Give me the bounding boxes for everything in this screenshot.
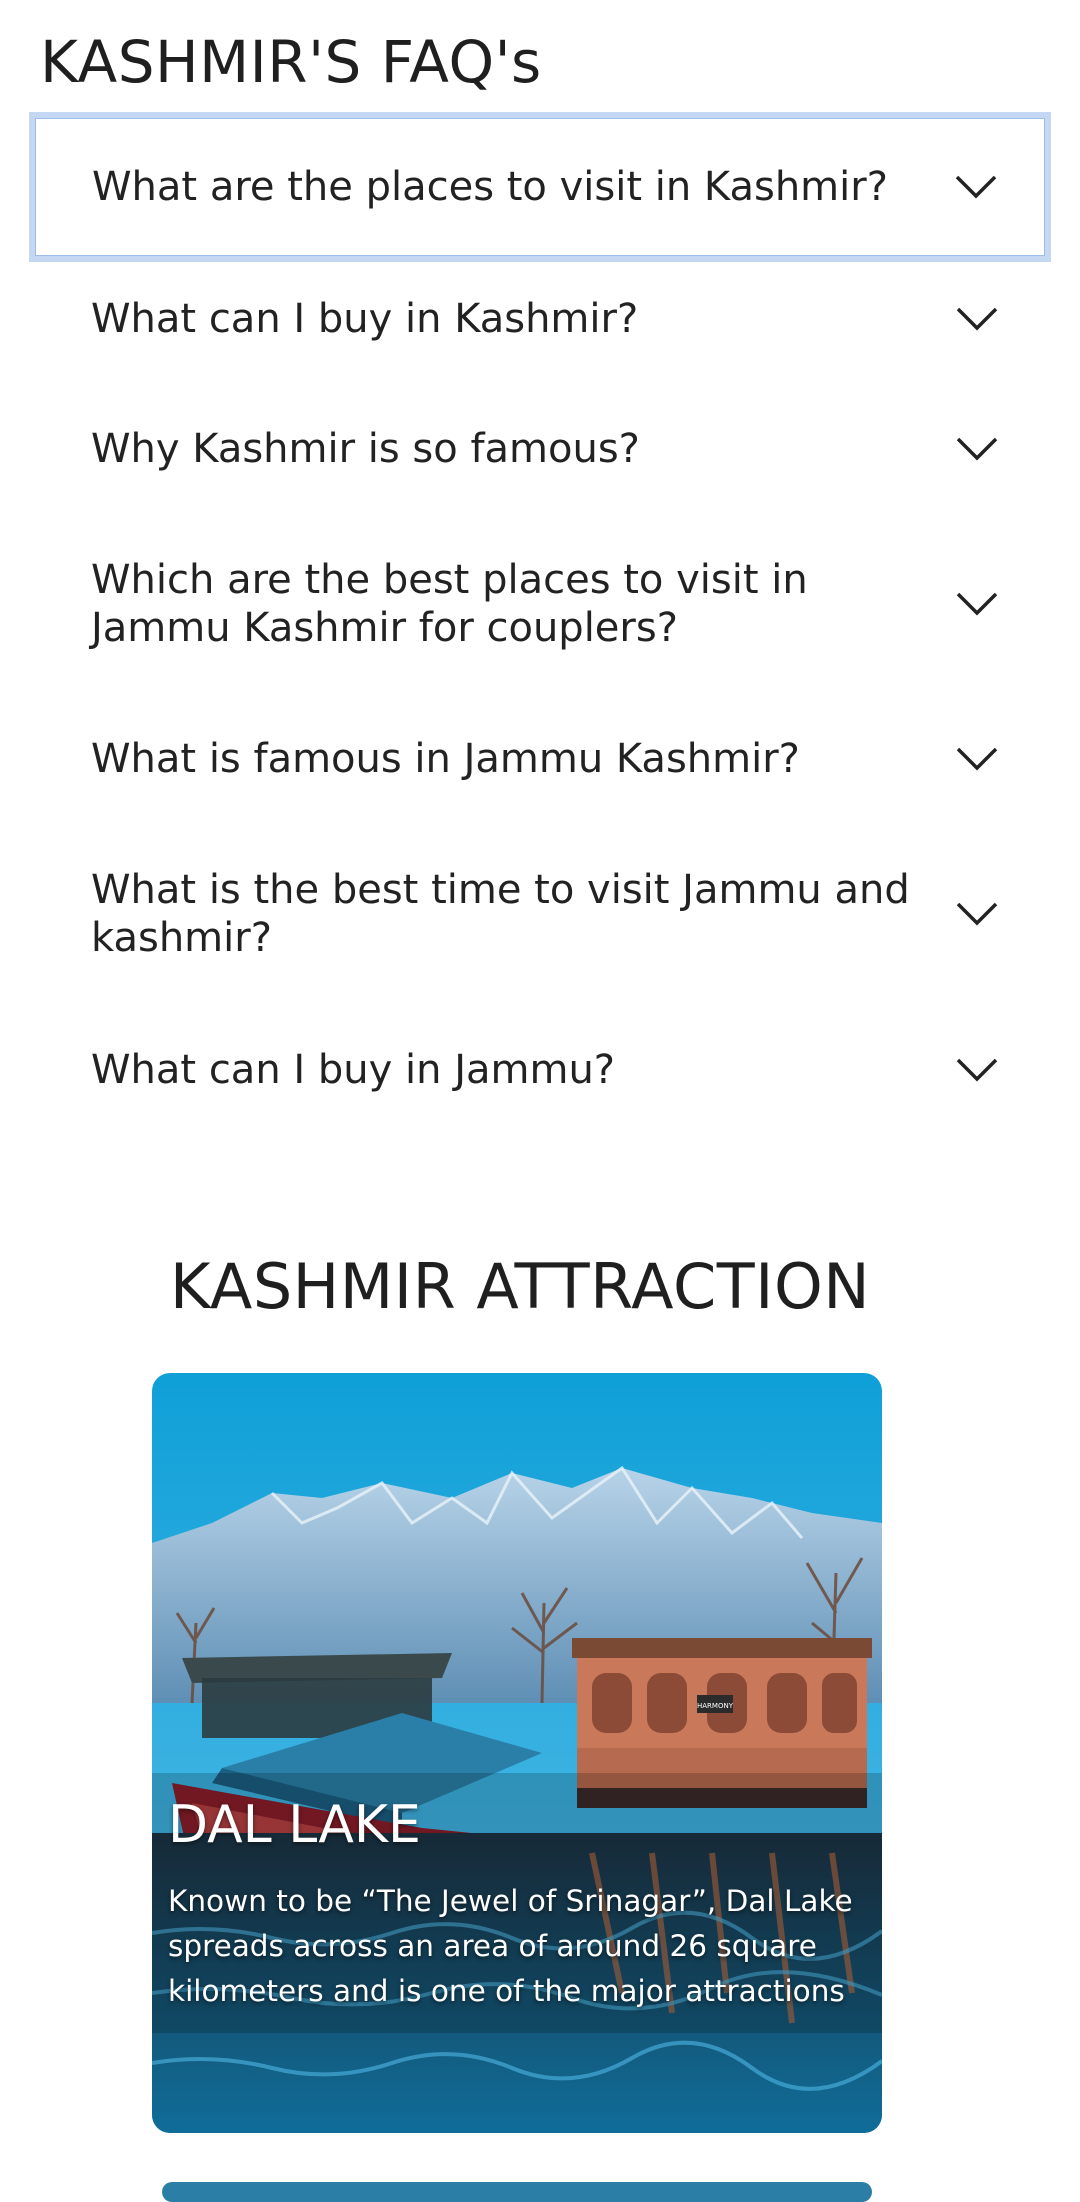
chevron-down-icon <box>956 437 998 461</box>
faq-question: What is famous in Jammu Kashmir? <box>91 736 800 782</box>
chevron-down-icon <box>956 592 998 616</box>
dal-lake-photo: HARMONY <box>152 1373 882 2133</box>
chevron-down-icon <box>956 1058 998 1082</box>
faq-title: KASHMIR'S FAQ's <box>40 28 542 96</box>
faq-item-buy-in-jammu[interactable]: What can I buy in Jammu? <box>35 1002 1045 1138</box>
next-attraction-card[interactable] <box>162 2182 872 2202</box>
houseboat-sign: HARMONY <box>697 1702 734 1710</box>
attraction-name: DAL LAKE <box>168 1795 421 1855</box>
attraction-card-dal-lake[interactable]: HARMONY DAL LAKE Known to be “The Jewel … <box>152 1373 882 2133</box>
chevron-down-icon <box>956 902 998 926</box>
faq-item-best-time-to-visit[interactable]: What is the best time to visit Jammu and… <box>35 826 1045 1002</box>
faq-item-buy-in-kashmir[interactable]: What can I buy in Kashmir? <box>35 256 1045 382</box>
attraction-description: Known to be “The Jewel of Srinagar”, Dal… <box>168 1884 853 2008</box>
faq-item-why-famous[interactable]: Why Kashmir is so famous? <box>35 382 1045 516</box>
faq-item-places-to-visit[interactable]: What are the places to visit in Kashmir? <box>29 112 1051 262</box>
faq-question: Which are the best places to visit in Ja… <box>91 557 808 651</box>
faq-question: What can I buy in Kashmir? <box>91 296 639 342</box>
attractions-title: KASHMIR ATTRACTION <box>169 1250 871 1323</box>
faq-question: Why Kashmir is so famous? <box>91 426 640 472</box>
chevron-down-icon <box>956 307 998 331</box>
faq-question: What can I buy in Jammu? <box>91 1047 616 1093</box>
faq-question: What are the places to visit in Kashmir? <box>92 164 888 210</box>
faq-item-famous-in-jammu-kashmir[interactable]: What is famous in Jammu Kashmir? <box>35 692 1045 826</box>
chevron-down-icon <box>956 747 998 771</box>
faq-item-places-for-couples[interactable]: Which are the best places to visit in Ja… <box>35 516 1045 692</box>
chevron-down-icon <box>955 175 997 199</box>
faq-question: What is the best time to visit Jammu and… <box>91 867 910 961</box>
